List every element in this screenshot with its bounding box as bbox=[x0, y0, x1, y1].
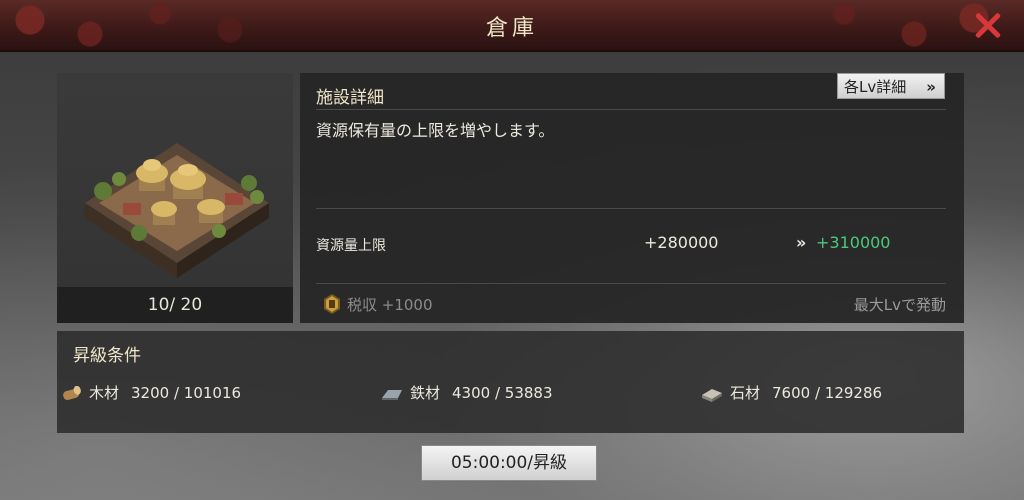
stat-next-value: +310000 bbox=[816, 233, 891, 252]
wood-log-icon bbox=[63, 385, 81, 400]
divider bbox=[316, 283, 946, 284]
facility-detail-panel: 施設詳細 各Lv詳細 » 資源保有量の上限を増やします。 資源量上限 +2800… bbox=[300, 73, 964, 323]
facility-detail-heading: 施設詳細 bbox=[316, 88, 384, 108]
double-chevron-right-icon: » bbox=[796, 233, 807, 252]
resource-iron: 鉄材 4300 / 53883 bbox=[380, 382, 553, 403]
resource-name: 木材 bbox=[89, 384, 120, 402]
page-title: 倉庫 bbox=[485, 16, 538, 41]
upgrade-conditions-heading: 昇級条件 bbox=[73, 346, 141, 366]
stat-label: 資源量上限 bbox=[316, 238, 386, 254]
level-details-label: 各Lv詳細 bbox=[844, 78, 907, 96]
resource-amount: 4300 / 53883 bbox=[452, 384, 553, 402]
divider bbox=[316, 208, 946, 209]
iron-ingot-icon bbox=[382, 389, 402, 400]
stone-block-icon bbox=[702, 388, 722, 402]
building-image-panel: 10/ 20 bbox=[57, 73, 293, 323]
level-details-button[interactable]: 各Lv詳細 » bbox=[837, 73, 945, 99]
resource-stone: 石材 7600 / 129286 bbox=[700, 382, 882, 403]
tax-icon bbox=[324, 294, 340, 314]
upgrade-button[interactable]: 05:00:00/昇級 bbox=[421, 445, 597, 481]
tax-bonus: 税収 +1000 bbox=[347, 296, 433, 314]
stat-current-value: +280000 bbox=[644, 233, 719, 252]
resource-amount: 3200 / 101016 bbox=[131, 384, 242, 402]
resource-wood: 木材 3200 / 101016 bbox=[61, 382, 241, 403]
double-chevron-right-icon: » bbox=[926, 78, 936, 96]
close-button[interactable] bbox=[970, 10, 1006, 42]
resource-name: 鉄材 bbox=[410, 384, 441, 402]
resource-name: 石材 bbox=[730, 384, 761, 402]
max-level-note: 最大Lvで発動 bbox=[853, 296, 946, 314]
building-level: 10/ 20 bbox=[57, 287, 293, 323]
upgrade-conditions-panel: 昇級条件 木材 3200 / 101016 鉄材 4300 / 53883 石材 76… bbox=[57, 331, 964, 433]
warehouse-building-image bbox=[85, 143, 269, 278]
divider bbox=[316, 109, 946, 110]
resource-amount: 7600 / 129286 bbox=[772, 384, 883, 402]
facility-description: 資源保有量の上限を増やします。 bbox=[316, 121, 555, 140]
